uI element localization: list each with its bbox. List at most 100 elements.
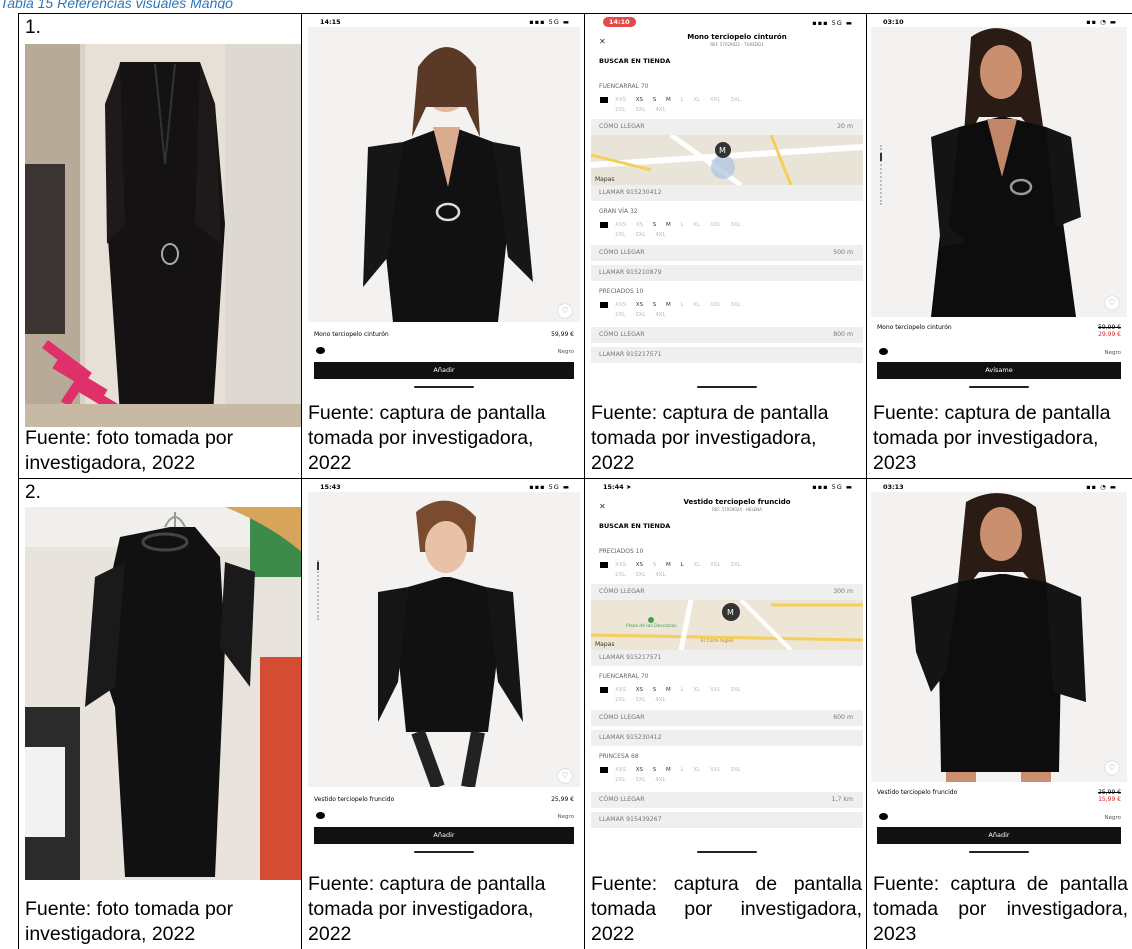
close-icon[interactable]: ✕ [599, 37, 606, 46]
add-to-cart-button[interactable]: Añadir [314, 362, 574, 379]
call-link[interactable]: LLAMAR 915230412 [591, 185, 863, 201]
store-distance: 20 m [837, 123, 853, 130]
status-time: 03:10 [883, 18, 904, 26]
status-icons: ▪▪▪ 5G ▬ [529, 18, 570, 26]
store-distance: 800 m [833, 331, 853, 338]
status-time: 14:10 [603, 17, 636, 27]
favorite-heart-icon[interactable]: ♡ [1105, 761, 1119, 775]
product-name: Mono terciopelo cinturón [877, 324, 952, 331]
directions-link[interactable]: CÓMO LLEGAR 1,7 km [591, 792, 863, 808]
product-name: Vestido terciopelo fruncido [314, 796, 395, 803]
status-time: 15:43 [320, 483, 341, 491]
status-time: 14:15 [320, 18, 341, 26]
product-price: 59,99 € [551, 331, 574, 338]
product-reference: REF. 57029021 - TUXEDO1 [710, 42, 764, 47]
product-name: Mono terciopelo cinturón [314, 331, 389, 338]
store-map[interactable]: M Mapas [591, 135, 863, 185]
product-page-screenshot: 14:15▪▪▪ 5G ▬ ‹ ♡ Mono terciopelo cintur… [308, 15, 580, 393]
store-name: PRINCESA 68 [599, 753, 639, 760]
store-photo-jumpsuit [25, 44, 301, 427]
add-to-cart-button[interactable]: Añadir [314, 827, 574, 844]
favorite-heart-icon[interactable]: ♡ [558, 304, 572, 318]
model-photo [871, 27, 1127, 317]
home-indicator [969, 851, 1029, 853]
add-to-cart-button[interactable]: Añadir [877, 827, 1121, 844]
color-name: Negro [557, 349, 575, 355]
directions-link[interactable]: CÓMO LLEGAR 800 m [591, 327, 863, 343]
source-caption: Fuente: captura de pantalla tomada por i… [873, 873, 1128, 945]
color-swatch[interactable] [879, 813, 888, 820]
call-link[interactable]: LLAMAR 915230412 [591, 730, 863, 746]
home-indicator [697, 386, 757, 388]
directions-link[interactable]: CÓMO LLEGAR 600 m [591, 710, 863, 726]
visual-references-table: 1. Fuente: foto tomada por investigadora… [18, 13, 1132, 949]
status-icons: ▪▪▪ 5G ▬ [812, 19, 853, 27]
store-name: PRECIADOS 10 [599, 548, 644, 555]
product-page-screenshot: 03:13▪▪ ◔ ▬ ‹ ♡ Vestido terciopelo frunc… [871, 480, 1127, 858]
store-map[interactable]: M Plaza de las Descalzas El Corte Inglés… [591, 600, 863, 650]
table-row: 2. Fuente: foto tomada por investigadora… [18, 478, 1132, 949]
color-name: Negro [1104, 350, 1122, 356]
app-screenshot-cell: 15:44 ➤ ▪▪▪ 5G ▬ ✕ Vestido terciopelo fru… [584, 478, 867, 949]
color-swatch[interactable] [316, 347, 325, 354]
directions-link[interactable]: CÓMO LLEGAR 500 m [591, 245, 863, 261]
app-screenshot-cell: 14:10 ▪▪▪ 5G ▬ ✕ Mono terciopelo cinturón… [584, 13, 867, 479]
map-place-label: Plaza de las Descalzas [626, 623, 677, 629]
original-price: 25,99 € [1098, 789, 1121, 796]
color-swatch [600, 302, 608, 308]
color-swatch[interactable] [316, 812, 325, 819]
svg-text:M: M [727, 608, 734, 617]
source-caption: Fuente: foto tomada por investigadora, 2… [25, 898, 234, 945]
favorite-heart-icon[interactable]: ♡ [558, 769, 572, 783]
color-name: Negro [557, 814, 575, 820]
call-link[interactable]: LLAMAR 915217571 [591, 347, 863, 363]
source-caption: Fuente: captura de pantalla tomada por i… [591, 402, 829, 474]
image-pager-indicator [317, 560, 320, 620]
source-caption: Fuente: captura de pantalla tomada por i… [308, 402, 546, 474]
maps-label: Mapas [595, 641, 615, 648]
product-name: Vestido terciopelo fruncido [877, 789, 958, 796]
store-name: PRECIADOS 10 [599, 288, 644, 295]
color-swatch [600, 562, 608, 568]
sale-price: 15,99 € [1098, 796, 1121, 803]
call-link[interactable]: LLAMAR 915210879 [591, 265, 863, 281]
size-list: XXS XS S M L XL XXL 3XL 2XL 3XL 4XL [615, 97, 741, 113]
store-name: FUENCARRAL 70 [599, 83, 649, 90]
home-indicator [969, 386, 1029, 388]
color-swatch [600, 222, 608, 228]
favorite-heart-icon[interactable]: ♡ [1105, 296, 1119, 310]
search-in-store-heading: BUSCAR EN TIENDA [599, 57, 671, 65]
call-link[interactable]: LLAMAR 915217571 [591, 650, 863, 666]
status-icons: ▪▪ ◔ ▬ [1086, 483, 1117, 491]
row-number: 2. [25, 482, 41, 503]
store-photo-cell: 1. Fuente: foto tomada por investigadora… [18, 13, 302, 479]
notify-me-button[interactable]: Avísame [877, 362, 1121, 379]
call-link[interactable]: LLAMAR 915439267 [591, 812, 863, 828]
table-caption: Tabla 15 Referencias visuales Mango [0, 0, 233, 9]
directions-link[interactable]: CÓMO LLEGAR 300 m [591, 584, 863, 600]
product-reference: REF. 57059024 - HELENA [712, 507, 762, 512]
color-swatch[interactable] [879, 348, 888, 355]
app-screenshot-cell: 03:10▪▪ ◔ ▬ ‹ ♡ Mono terciopelo cinturón [866, 13, 1132, 479]
status-time: 15:44 ➤ [603, 483, 632, 491]
sheet-title: Mono terciopelo cinturón [687, 33, 787, 41]
row-number: 1. [25, 17, 41, 38]
model-photo [871, 492, 1127, 782]
directions-link[interactable]: CÓMO LLEGAR 20 m [591, 119, 863, 135]
product-price: 25,99 € [551, 796, 574, 803]
color-name: Negro [1104, 815, 1122, 821]
close-icon[interactable]: ✕ [599, 502, 606, 511]
model-photo [308, 27, 580, 322]
home-indicator [414, 851, 474, 853]
store-distance: 500 m [833, 249, 853, 256]
sale-price: 29,99 € [1098, 331, 1121, 338]
size-list: XXS XS S M L XL XXL 3XL 2XL 3XL 4XL [615, 222, 741, 238]
store-search-screenshot: 14:10 ▪▪▪ 5G ▬ ✕ Mono terciopelo cinturón… [591, 15, 863, 393]
store-photo-cell: 2. Fuente: foto tomada por investigadora… [18, 478, 302, 949]
table-row: 1. Fuente: foto tomada por investigadora… [18, 13, 1132, 479]
color-swatch [600, 767, 608, 773]
store-distance: 1,7 km [831, 796, 853, 803]
size-list: XXS XS S M L XL XXL 3XL 2XL 3XL 4XL [615, 302, 741, 318]
app-screenshot-cell: 15:43▪▪▪ 5G ▬ ‹ ♡ Vestido terciopelo fru… [301, 478, 585, 949]
store-distance: 300 m [833, 588, 853, 595]
